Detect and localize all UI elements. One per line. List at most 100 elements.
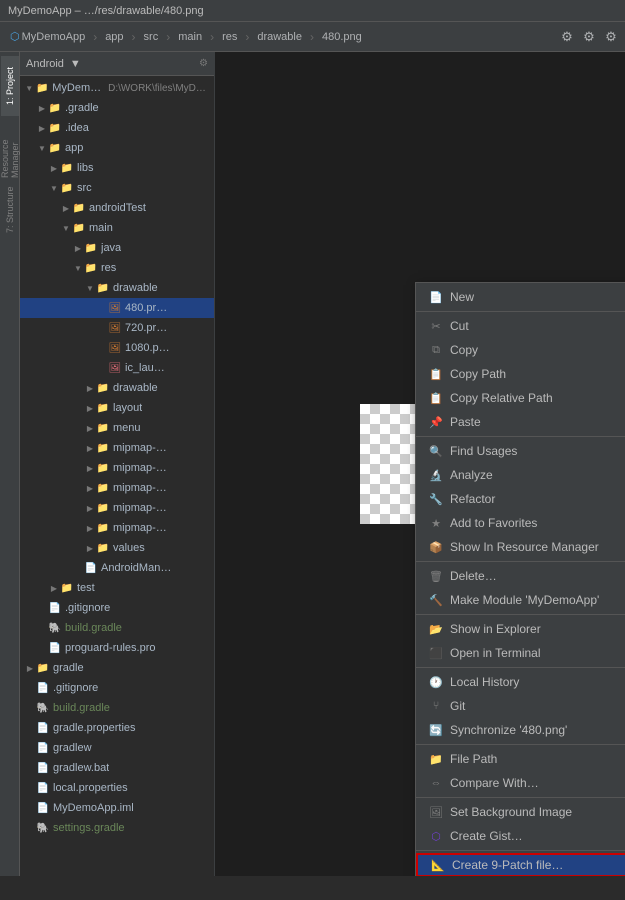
- tree-item-test[interactable]: ▶ 📁 test: [20, 578, 214, 598]
- tree-item-1080png[interactable]: ▶ 🖼 1080.p…: [20, 338, 214, 358]
- context-menu: 📄 New ▶ ✂ Cut Ctrl+X ⧉ Copy Ctrl+C 📋 Cop…: [415, 282, 625, 876]
- cm-item-comparewith[interactable]: ⇔ Compare With… Ctrl+D: [416, 771, 625, 795]
- panel-gear-icon[interactable]: ⚙: [199, 58, 208, 69]
- cm-item-openinterminal[interactable]: ⬛ Open in Terminal: [416, 641, 625, 665]
- cm-item-showinexplorer[interactable]: 📂 Show in Explorer: [416, 617, 625, 641]
- tree-item-src[interactable]: ▼ 📁 src: [20, 178, 214, 198]
- cm-item-addtofav[interactable]: ★ Add to Favorites ▶: [416, 511, 625, 535]
- cm-label-showinresource: Show In Resource Manager: [450, 540, 625, 554]
- tree-item-res[interactable]: ▼ 📁 res: [20, 258, 214, 278]
- cm-item-findusages[interactable]: 🔍 Find Usages Alt+F7: [416, 439, 625, 463]
- tree-item-idea[interactable]: ▶ 📁 .idea: [20, 118, 214, 138]
- tree-item-iml[interactable]: ▶ 📄 MyDemoApp.iml: [20, 798, 214, 818]
- tree-item-gitignore[interactable]: ▶ 📄 .gitignore: [20, 598, 214, 618]
- tree-item-mipmap4[interactable]: ▶ 📁 mipmap-…: [20, 498, 214, 518]
- cm-item-refactor[interactable]: 🔧 Refactor ▶: [416, 487, 625, 511]
- tree-item-gradlewbat[interactable]: ▶ 📄 gradlew.bat: [20, 758, 214, 778]
- sidebar-tab-resource[interactable]: Resource Manager: [1, 118, 19, 178]
- settings-icon[interactable]: ⚙: [581, 29, 597, 45]
- toolbar-module[interactable]: app: [101, 29, 127, 45]
- folder-icon-src: 📁: [60, 181, 74, 195]
- toolbar-app[interactable]: ⬡ MyDemoApp: [6, 28, 89, 45]
- tree-item-720png[interactable]: ▶ 🖼 720.pr…: [20, 318, 214, 338]
- sidebar-tab-project[interactable]: 1: Project: [1, 56, 19, 116]
- toolbar-drawable[interactable]: drawable: [253, 29, 306, 45]
- find-icon: 🔍: [428, 443, 444, 459]
- tree-item-values[interactable]: ▶ 📁 values: [20, 538, 214, 558]
- tree-label-idea: .idea: [65, 122, 89, 134]
- cm-item-showinresource[interactable]: 📦 Show In Resource Manager Ctrl+Shift+T: [416, 535, 625, 559]
- tree-arrow-mipmap1: ▶: [84, 442, 96, 454]
- toolbar: ⬡ MyDemoApp › app › src › main › res › d…: [0, 22, 625, 52]
- tree-item-mipmap2[interactable]: ▶ 📁 mipmap-…: [20, 458, 214, 478]
- tree-label-mipmap1: mipmap-…: [113, 442, 167, 454]
- cm-separator-8: [416, 850, 625, 851]
- cm-item-creategist[interactable]: ⬡ Create Gist…: [416, 824, 625, 848]
- folder-icon-androidtest: 📁: [72, 201, 86, 215]
- tree-item-main[interactable]: ▼ 📁 main: [20, 218, 214, 238]
- tree-item-mipmap3[interactable]: ▶ 📁 mipmap-…: [20, 478, 214, 498]
- sidebar-tab-structure[interactable]: 7: Structure: [1, 180, 19, 240]
- tree-label-gitignore2: .gitignore: [53, 682, 98, 694]
- panel-expand-icon[interactable]: ▼: [70, 58, 81, 70]
- cm-item-copypath[interactable]: 📋 Copy Path Ctrl+Shift+C: [416, 362, 625, 386]
- app-icon: ⬡: [10, 30, 20, 43]
- toolbar-res[interactable]: res: [218, 29, 241, 45]
- tree-item-480png[interactable]: ▶ 🖼 480.pr…: [20, 298, 214, 318]
- tree-label-res: res: [101, 262, 116, 274]
- tree-item-gitignore2[interactable]: ▶ 📄 .gitignore: [20, 678, 214, 698]
- tree-arrow-mipmap5: ▶: [84, 522, 96, 534]
- cm-label-create9patch: Create 9-Patch file…: [452, 858, 625, 872]
- folder-icon-gradle2: 📁: [36, 661, 50, 675]
- toolbar-main[interactable]: main: [174, 29, 206, 45]
- tree-item-settings[interactable]: ▶ 🐘 settings.gradle: [20, 818, 214, 838]
- toolbar-src[interactable]: src: [140, 29, 163, 45]
- cm-item-copyrelpath[interactable]: 📋 Copy Relative Path Ctrl+Alt+Shift+C: [416, 386, 625, 410]
- tree-item-mipmap1[interactable]: ▶ 📁 mipmap-…: [20, 438, 214, 458]
- cm-item-delete[interactable]: 🗑 Delete… Delete: [416, 564, 625, 588]
- cm-label-filepath: File Path: [450, 752, 625, 766]
- cm-item-localhistory[interactable]: 🕐 Local History ▶: [416, 670, 625, 694]
- cm-item-setbg[interactable]: 🖼 Set Background Image: [416, 800, 625, 824]
- tree-item-drawable2[interactable]: ▶ 📁 drawable: [20, 378, 214, 398]
- tree-item-gradleprop[interactable]: ▶ 📄 gradle.properties: [20, 718, 214, 738]
- cm-label-setbg: Set Background Image: [450, 805, 625, 819]
- tree-item-libs[interactable]: ▶ 📁 libs: [20, 158, 214, 178]
- tree-item-localprop[interactable]: ▶ 📄 local.properties: [20, 778, 214, 798]
- tree-item-iclauncher[interactable]: ▶ 🖼 ic_lau…: [20, 358, 214, 378]
- tree-item-root[interactable]: ▼ 📁 MyDemoApp D:\WORK\files\MyDemoApp: [20, 78, 214, 98]
- copyrelpath-icon: 📋: [428, 390, 444, 406]
- manifest-icon: 📄: [84, 561, 98, 575]
- tree-item-proguard[interactable]: ▶ 📄 proguard-rules.pro: [20, 638, 214, 658]
- sync-icon[interactable]: ⚙: [559, 29, 575, 45]
- toolbar-file[interactable]: 480.png: [318, 29, 366, 45]
- cm-item-filepath[interactable]: 📁 File Path Ctrl+Alt+F12: [416, 747, 625, 771]
- tree-item-app[interactable]: ▼ 📁 app: [20, 138, 214, 158]
- cm-item-sync[interactable]: 🔄 Synchronize '480.png': [416, 718, 625, 742]
- tree-item-gradle[interactable]: ▶ 📁 .gradle: [20, 98, 214, 118]
- tree-item-drawable[interactable]: ▼ 📁 drawable: [20, 278, 214, 298]
- tree-item-gradlew[interactable]: ▶ 📄 gradlew: [20, 738, 214, 758]
- cm-item-create9patch[interactable]: 📐 Create 9-Patch file…: [416, 853, 625, 876]
- tree-item-manifest[interactable]: ▶ 📄 AndroidMan…: [20, 558, 214, 578]
- tree-item-androidtest[interactable]: ▶ 📁 androidTest: [20, 198, 214, 218]
- gear-icon[interactable]: ⚙: [603, 29, 619, 45]
- tree-item-java[interactable]: ▶ 📁 java: [20, 238, 214, 258]
- cm-item-makemodule[interactable]: 🔨 Make Module 'MyDemoApp' Ctrl+Shift+F9: [416, 588, 625, 612]
- cm-separator-6: [416, 744, 625, 745]
- tree-item-buildgradle2[interactable]: ▶ 🐘 build.gradle: [20, 698, 214, 718]
- tree-item-layout[interactable]: ▶ 📁 layout: [20, 398, 214, 418]
- tree-item-gradle2[interactable]: ▶ 📁 gradle: [20, 658, 214, 678]
- tree-item-mipmap5[interactable]: ▶ 📁 mipmap-…: [20, 518, 214, 538]
- cm-item-new[interactable]: 📄 New ▶: [416, 285, 625, 309]
- cm-item-copy[interactable]: ⧉ Copy Ctrl+C: [416, 338, 625, 362]
- cm-item-cut[interactable]: ✂ Cut Ctrl+X: [416, 314, 625, 338]
- file-icon-gradlewbat: 📄: [36, 761, 50, 775]
- folder-icon-mipmap4: 📁: [96, 501, 110, 515]
- tree-item-menu[interactable]: ▶ 📁 menu: [20, 418, 214, 438]
- cm-label-copyrelpath: Copy Relative Path: [450, 391, 625, 405]
- cm-item-git[interactable]: ⑂ Git ▶: [416, 694, 625, 718]
- cm-item-analyze[interactable]: 🔬 Analyze ▶: [416, 463, 625, 487]
- tree-item-buildgradle[interactable]: ▶ 🐘 build.gradle: [20, 618, 214, 638]
- cm-item-paste[interactable]: 📌 Paste Ctrl+V: [416, 410, 625, 434]
